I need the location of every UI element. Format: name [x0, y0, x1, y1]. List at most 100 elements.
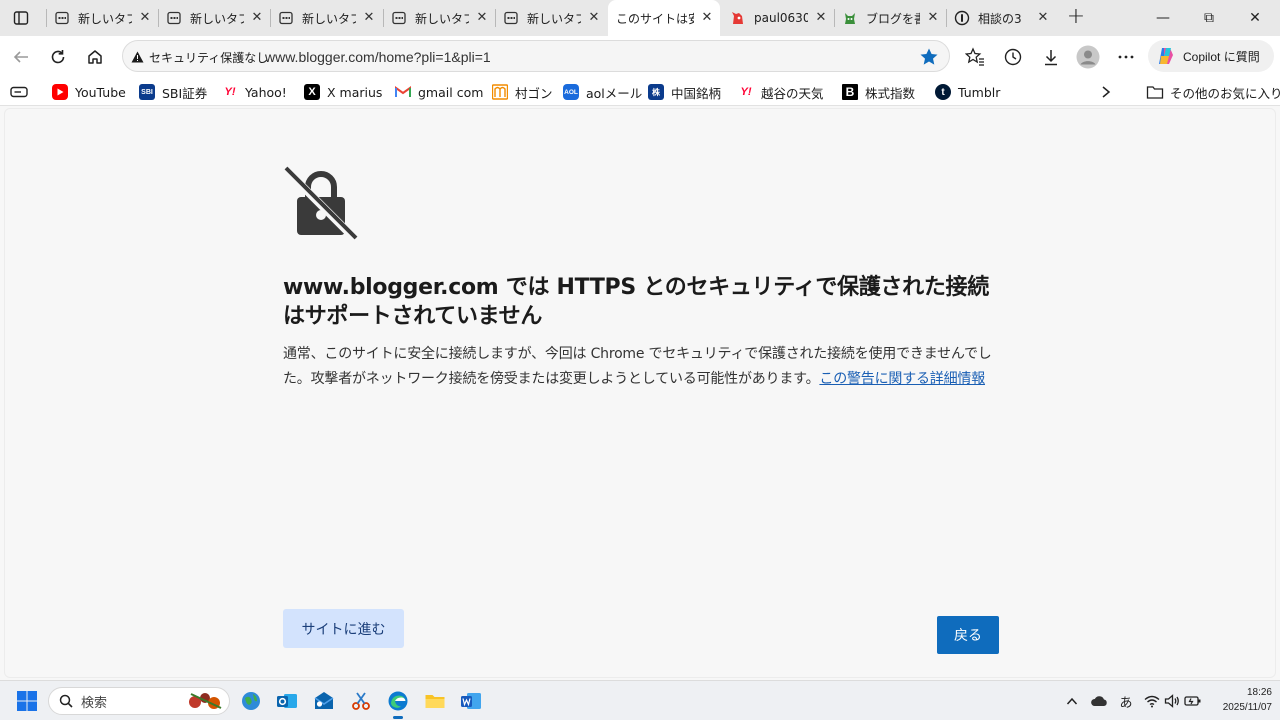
newtab-icon: [391, 10, 407, 26]
mcdonalds-icon: [492, 84, 508, 100]
favorite-gmail[interactable]: gmail com: [395, 82, 483, 102]
favorites-overflow-button[interactable]: [1100, 82, 1112, 102]
tab-active[interactable]: このサイトは安全 ✕: [608, 0, 720, 36]
tab-blog[interactable]: ブログを書 ✕: [834, 0, 946, 36]
error-heading: www.blogger.com では HTTPS とのセキュリティで保護された接…: [283, 275, 989, 329]
taskbar-snipping-tool[interactable]: [348, 688, 374, 714]
tray-onedrive[interactable]: [1089, 691, 1109, 711]
refresh-button[interactable]: [45, 44, 71, 70]
security-indicator[interactable]: セキュリティ保護なし: [131, 47, 268, 67]
favorite-yahoo[interactable]: Y! Yahoo!: [222, 82, 287, 102]
favorite-muragon[interactable]: 村ゴン: [492, 82, 553, 102]
favorite-koshigaya-weather[interactable]: Y! 越谷の天気: [738, 82, 824, 102]
system-clock[interactable]: 18:26 2025/11/07: [1206, 685, 1272, 715]
word-icon: [461, 693, 481, 709]
taskbar-mail[interactable]: [311, 688, 337, 714]
tab-actions-icon: [13, 11, 29, 25]
favorite-sbi[interactable]: SBI SBI証券: [139, 82, 207, 102]
taskbar-widgets[interactable]: [238, 688, 264, 714]
favorite-label: Yahoo!: [245, 84, 287, 100]
learn-more-link[interactable]: この警告に関する詳細情報: [819, 371, 985, 387]
refresh-icon: [51, 50, 65, 64]
tab-close-icon[interactable]: ✕: [587, 11, 601, 25]
favorite-youtube[interactable]: YouTube: [52, 82, 126, 102]
tab-close-icon[interactable]: ✕: [814, 11, 828, 25]
other-favorites-folder[interactable]: その他のお気に入り: [1146, 82, 1280, 102]
close-window-button[interactable]: ✕: [1232, 0, 1278, 36]
taskbar-search[interactable]: 検索: [48, 687, 230, 715]
warning-icon: [131, 51, 144, 63]
ime-indicator: あ: [1119, 695, 1133, 711]
new-tab-button[interactable]: +: [1064, 6, 1088, 30]
favorite-label: 株式指数: [865, 85, 916, 101]
url-text[interactable]: www.blogger.com/home?pli=1&pli=1: [265, 49, 491, 65]
tray-wifi[interactable]: [1142, 691, 1162, 711]
tab-title: このサイトは安全: [616, 11, 694, 26]
tab-close-icon[interactable]: ✕: [475, 11, 489, 25]
tab-paul[interactable]: paul0630 ✕: [722, 0, 834, 36]
security-label: セキュリティ保護なし: [149, 50, 269, 65]
other-favorites-label: その他のお気に入り: [1170, 85, 1280, 101]
tray-battery[interactable]: [1183, 691, 1203, 711]
tab-newtab-2[interactable]: 新しいタブ ✕: [158, 0, 270, 36]
settings-more-button[interactable]: [1113, 44, 1139, 70]
tab-title: 新しいタブ: [78, 11, 132, 26]
restore-icon: ⧉: [1204, 10, 1214, 26]
favorite-aol[interactable]: AOL aolメール: [563, 82, 642, 102]
tab-close-icon[interactable]: ✕: [926, 11, 940, 25]
tray-ime[interactable]: あ: [1116, 691, 1136, 711]
tab-separator: [270, 9, 271, 27]
b-icon: B: [842, 84, 858, 100]
windows-start-icon[interactable]: [16, 690, 38, 712]
taskbar-edge[interactable]: [385, 688, 411, 719]
favorite-tumblr[interactable]: t Tumblr: [935, 82, 1000, 102]
tab-close-icon[interactable]: ✕: [1036, 11, 1050, 25]
tab-newtab-3[interactable]: 新しいタブ ✕: [270, 0, 382, 36]
back-nav-button[interactable]: [8, 44, 34, 70]
tab-close-icon[interactable]: ✕: [362, 11, 376, 25]
tab-newtab-5[interactable]: 新しいタブ ✕: [495, 0, 607, 36]
error-description: 通常、このサイトに安全に接続しますが、今回は Chrome でセキュリティで保護…: [283, 342, 999, 392]
tab-title: 新しいタブ: [302, 11, 356, 26]
tab-newtab-4[interactable]: 新しいタブ ✕: [383, 0, 495, 36]
windows-taskbar: 検索 あ 18:26 2025/11/07: [0, 680, 1280, 720]
download-icon: [1045, 50, 1057, 66]
home-button[interactable]: [82, 44, 108, 70]
favorites-collection-button[interactable]: [10, 82, 28, 102]
tab-title: 新しいタブ: [415, 11, 469, 26]
taskbar-file-explorer[interactable]: [422, 688, 448, 714]
favorite-label: X marius: [327, 84, 383, 100]
speaker-icon: [1164, 694, 1179, 708]
tab-newtab-1[interactable]: 新しいタブ ✕: [46, 0, 158, 36]
search-placeholder: 検索: [81, 695, 108, 711]
tab-separator: [46, 9, 47, 27]
favorite-label: gmail com: [418, 84, 484, 100]
profile-button[interactable]: [1075, 44, 1101, 70]
tray-overflow-button[interactable]: [1062, 691, 1082, 711]
tab-close-icon[interactable]: ✕: [700, 11, 714, 25]
favorite-x-marius[interactable]: X X marius: [304, 82, 382, 102]
tab-close-icon[interactable]: ✕: [250, 11, 264, 25]
proceed-to-site-button[interactable]: サイトに進む: [283, 609, 404, 648]
copilot-button[interactable]: Copilot に質問: [1148, 40, 1274, 72]
favorites-button[interactable]: [962, 44, 988, 70]
restore-button[interactable]: ⧉: [1186, 0, 1232, 36]
history-button[interactable]: [1000, 44, 1026, 70]
go-back-button[interactable]: 戻る: [937, 616, 999, 654]
favorite-star-icon[interactable]: [919, 47, 939, 67]
tab-actions-button[interactable]: [8, 6, 34, 30]
close-icon: ✕: [1249, 10, 1261, 26]
tab-strip: 新しいタブ ✕ 新しいタブ ✕ 新しいタブ ✕ 新しいタブ ✕ 新しいタブ ✕ …: [0, 0, 1280, 36]
tab-soudan[interactable]: 相談の3 ✕: [946, 0, 1056, 36]
address-bar[interactable]: セキュリティ保護なし www.blogger.com/home?pli=1&pl…: [122, 40, 950, 72]
downloads-button[interactable]: [1038, 44, 1064, 70]
minimize-button[interactable]: —: [1140, 0, 1186, 36]
tab-title: 相談の3: [978, 11, 1022, 26]
newtab-icon: [54, 10, 70, 26]
favorite-china-stocks[interactable]: 株 中国銘柄: [648, 82, 721, 102]
tray-volume[interactable]: [1162, 691, 1182, 711]
taskbar-outlook[interactable]: [274, 688, 300, 714]
taskbar-word[interactable]: [458, 688, 484, 714]
favorite-stock-index[interactable]: B 株式指数: [842, 82, 915, 102]
tab-close-icon[interactable]: ✕: [138, 11, 152, 25]
